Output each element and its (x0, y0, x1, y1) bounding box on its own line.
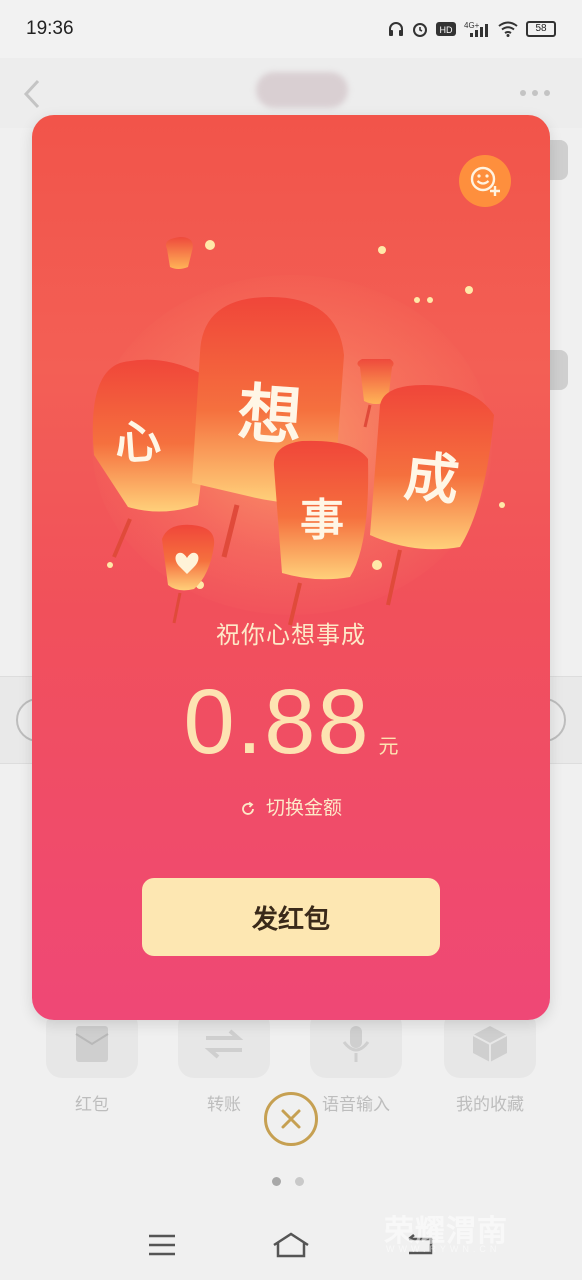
red-packet-icon (75, 1026, 109, 1062)
send-red-packet-button[interactable]: 发红包 (142, 878, 440, 956)
add-sticker-button[interactable] (459, 155, 511, 207)
action-tile (444, 1010, 536, 1078)
switch-amount-link[interactable]: 切换金额 (32, 793, 550, 820)
close-icon (281, 1109, 301, 1129)
headphones-icon (389, 22, 403, 36)
amount-row: 0.88 元 (32, 670, 550, 775)
lantern-heart (162, 524, 215, 624)
action-label: 语音输入 (322, 1095, 390, 1115)
amount-value: 0.88 (183, 671, 371, 773)
lantern-char-shi: 事 (300, 495, 344, 546)
action-label: 红包 (75, 1095, 109, 1115)
transfer-icon (204, 1029, 244, 1059)
page-dot-active (272, 1177, 281, 1186)
lantern-char-xin: 心 (113, 413, 163, 470)
action-transfer[interactable]: 转账 (178, 1010, 270, 1115)
lantern-char-xiang: 想 (235, 377, 304, 455)
status-time: 19:36 (26, 18, 74, 39)
action-voice-input[interactable]: 语音输入 (310, 1010, 402, 1115)
cell-signal-icon: 4G+ (464, 21, 488, 37)
network-type: 4G+ (464, 21, 480, 30)
contact-name-blurred (256, 72, 348, 108)
more-icon[interactable] (518, 88, 552, 98)
status-icons: HD 4G+ 58 (388, 20, 556, 38)
action-tile (178, 1010, 270, 1078)
battery-icon: 58 (526, 21, 556, 37)
alarm-icon (413, 23, 427, 37)
amount-unit: 元 (378, 734, 399, 758)
hd-icon: HD (436, 22, 456, 36)
menu-icon[interactable] (147, 1233, 177, 1257)
action-label: 我的收藏 (456, 1095, 524, 1115)
home-icon[interactable] (271, 1231, 311, 1259)
action-tile (46, 1010, 138, 1078)
emoji-add-icon (470, 166, 500, 196)
back-icon[interactable] (20, 78, 44, 110)
action-tile (310, 1010, 402, 1078)
page-indicator (272, 1177, 304, 1186)
red-packet-card: 心 想 事 成 祝你心想事成 0.88 元 切换金额 发红包 (32, 115, 550, 1020)
status-bar: 19:36 HD 4G+ 58 (0, 0, 582, 58)
watermark-url: WWW.RYWN.CN (386, 1244, 501, 1254)
microphone-icon (342, 1026, 370, 1062)
refresh-icon (242, 801, 254, 815)
page-dot (295, 1177, 304, 1186)
hd-text: HD (440, 25, 453, 35)
blessing-text: 祝你心想事成 (216, 621, 366, 649)
wifi-icon (498, 21, 518, 37)
lantern-small-top (165, 237, 193, 269)
close-button[interactable] (264, 1092, 318, 1146)
switch-amount-label: 切换金额 (265, 797, 342, 819)
favorites-cube-icon (472, 1026, 508, 1062)
action-favorites[interactable]: 我的收藏 (444, 1010, 536, 1115)
action-label: 转账 (207, 1095, 241, 1115)
lantern-char-cheng: 成 (401, 444, 461, 512)
action-red-packet[interactable]: 红包 (46, 1010, 138, 1115)
lanterns-illustration: 心 想 事 成 (92, 237, 505, 626)
